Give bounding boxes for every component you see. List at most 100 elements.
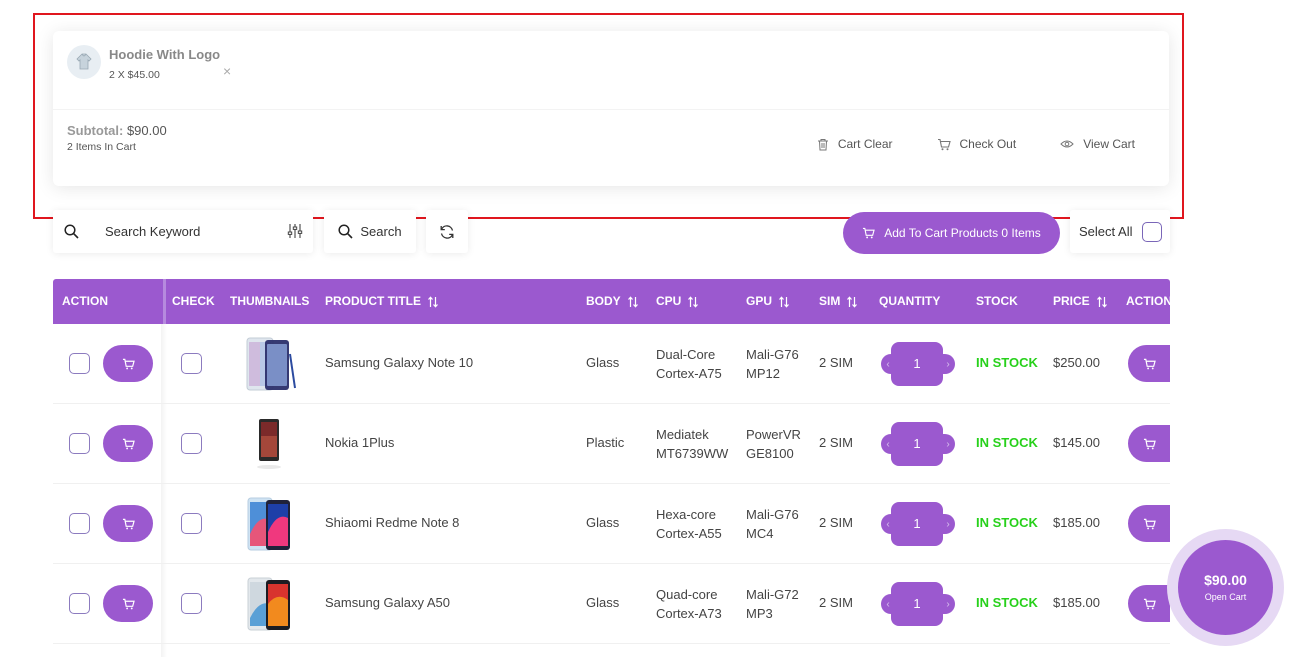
- add-to-cart-products-button[interactable]: Add To Cart Products 0 Items: [843, 212, 1060, 254]
- product-thumbnail[interactable]: [239, 494, 299, 554]
- product-cpu: Hexa-core Cortex-A55: [656, 505, 722, 543]
- row-add-to-cart-button[interactable]: [1128, 425, 1170, 462]
- product-gpu: Mali-G76 MC4: [746, 505, 799, 543]
- view-cart-label: View Cart: [1083, 137, 1135, 151]
- mini-cart-item-qty: 2 X $45.00: [109, 69, 160, 81]
- th-body-label: Body: [586, 294, 621, 308]
- quantity-stepper[interactable]: ‹ 1 ›: [879, 422, 955, 466]
- row-add-to-cart-button[interactable]: [1128, 345, 1170, 382]
- qty-value[interactable]: 1: [891, 342, 943, 386]
- qty-value[interactable]: 1: [891, 422, 943, 466]
- product-sim: 2 SIM: [819, 435, 853, 450]
- cpu-line-1: Hexa-core: [656, 507, 716, 522]
- phone-image-icon: [247, 497, 290, 551]
- row-select-checkbox[interactable]: [69, 353, 90, 374]
- remove-item-icon[interactable]: ×: [223, 64, 231, 78]
- product-title: Samsung Galaxy A50: [325, 595, 451, 610]
- th-gpu[interactable]: GPU: [746, 279, 790, 324]
- qty-increase-icon[interactable]: ›: [941, 594, 955, 614]
- product-sim: 2 SIM: [819, 355, 853, 370]
- row-add-to-cart-button[interactable]: [1128, 585, 1170, 622]
- qty-increase-icon[interactable]: ›: [941, 434, 955, 454]
- hoodie-icon: [76, 53, 92, 70]
- quantity-stepper[interactable]: ‹ 1 ›: [879, 582, 955, 626]
- gpu-line-1: Mali-G72: [746, 587, 799, 602]
- cpu-line-1: Dual-Core: [656, 347, 716, 362]
- stock-status: IN STOCK: [976, 515, 1038, 530]
- th-price[interactable]: Price: [1053, 279, 1108, 324]
- eye-icon: [1060, 140, 1074, 148]
- select-all-checkbox[interactable]: [1142, 222, 1162, 242]
- row-check-checkbox[interactable]: [181, 433, 202, 454]
- mini-cart-count: 2 Items In Cart: [67, 141, 136, 153]
- product-thumbnail[interactable]: [239, 334, 299, 394]
- phone-image-icon: [247, 577, 290, 631]
- th-sim[interactable]: SIM: [819, 279, 858, 324]
- product-cpu: Mediatek MT6739WW: [656, 425, 728, 463]
- search-button[interactable]: Search: [324, 210, 416, 253]
- cart-icon: [1143, 518, 1156, 529]
- row-select-checkbox[interactable]: [69, 433, 90, 454]
- mini-cart-item-name[interactable]: Hoodie With Logo: [109, 47, 220, 62]
- open-cart-button[interactable]: $90.00 Open Cart: [1178, 540, 1273, 635]
- table-row: Nokia 1Plus Plastic Mediatek MT6739WW Po…: [53, 404, 1170, 484]
- hoodie-thumbnail: [67, 45, 101, 79]
- row-select-checkbox[interactable]: [69, 513, 90, 534]
- cart-clear-button[interactable]: Cart Clear: [817, 137, 893, 151]
- th-cpu[interactable]: CPU: [656, 279, 699, 324]
- mini-cart-divider: [53, 109, 1169, 110]
- product-gpu: Mali-G76 MP12: [746, 345, 799, 383]
- gpu-line-1: PowerVR: [746, 427, 801, 442]
- row-check-checkbox[interactable]: [181, 593, 202, 614]
- product-thumbnail[interactable]: [239, 414, 299, 474]
- product-price: $145.00: [1053, 435, 1100, 450]
- product-title: Nokia 1Plus: [325, 435, 395, 450]
- row-check-checkbox[interactable]: [181, 513, 202, 534]
- reset-button[interactable]: [426, 210, 468, 253]
- product-sim: 2 SIM: [819, 595, 853, 610]
- product-title: Shiaomi Redme Note 8: [325, 515, 460, 530]
- add-to-cart-button[interactable]: [103, 345, 153, 382]
- check-out-button[interactable]: Check Out: [937, 137, 1016, 151]
- filter-sliders-icon[interactable]: [287, 223, 303, 239]
- stock-status: IN STOCK: [976, 595, 1038, 610]
- product-price: $185.00: [1053, 515, 1100, 530]
- qty-value[interactable]: 1: [891, 582, 943, 626]
- th-action: Action: [62, 294, 108, 308]
- select-all-control[interactable]: Select All: [1070, 210, 1170, 253]
- th-gpu-label: GPU: [746, 294, 773, 308]
- cpu-line-2: Cortex-A75: [656, 366, 722, 381]
- sort-icon: [779, 295, 789, 308]
- quantity-stepper[interactable]: ‹ 1 ›: [879, 502, 955, 546]
- cpu-line-2: MT6739WW: [656, 446, 729, 461]
- view-cart-button[interactable]: View Cart: [1060, 137, 1135, 151]
- mini-cart-actions: Cart Clear Check Out View Cart: [773, 137, 1135, 151]
- th-body[interactable]: Body: [586, 279, 639, 324]
- th-action-right: Action: [1126, 294, 1170, 308]
- sort-icon: [847, 295, 858, 308]
- qty-value[interactable]: 1: [891, 502, 943, 546]
- qty-increase-icon[interactable]: ›: [941, 354, 955, 374]
- th-product-title[interactable]: Product Title: [325, 279, 439, 324]
- product-cpu: Quad-core Cortex-A73: [656, 585, 722, 623]
- trash-icon: [817, 138, 828, 150]
- product-price: $250.00: [1053, 355, 1100, 370]
- cart-icon: [122, 358, 135, 369]
- add-to-cart-button[interactable]: [103, 505, 153, 542]
- cart-icon: [863, 227, 875, 239]
- products-table: Action Check Thumbnails Product Title Bo…: [53, 279, 1170, 657]
- row-add-to-cart-button[interactable]: [1128, 505, 1170, 542]
- row-check-checkbox[interactable]: [181, 353, 202, 374]
- sort-icon: [428, 295, 438, 308]
- qty-increase-icon[interactable]: ›: [941, 514, 955, 534]
- quantity-stepper[interactable]: ‹ 1 ›: [879, 342, 955, 386]
- phone-image-icon: [257, 419, 281, 469]
- search-input[interactable]: [105, 224, 275, 239]
- product-thumbnail[interactable]: [239, 574, 299, 634]
- add-to-cart-button[interactable]: [103, 585, 153, 622]
- add-to-cart-products-label: Add To Cart Products 0 Items: [884, 226, 1041, 240]
- add-to-cart-button[interactable]: [103, 425, 153, 462]
- gpu-line-1: Mali-G76: [746, 347, 799, 362]
- row-select-checkbox[interactable]: [69, 593, 90, 614]
- product-body: Glass: [586, 515, 620, 530]
